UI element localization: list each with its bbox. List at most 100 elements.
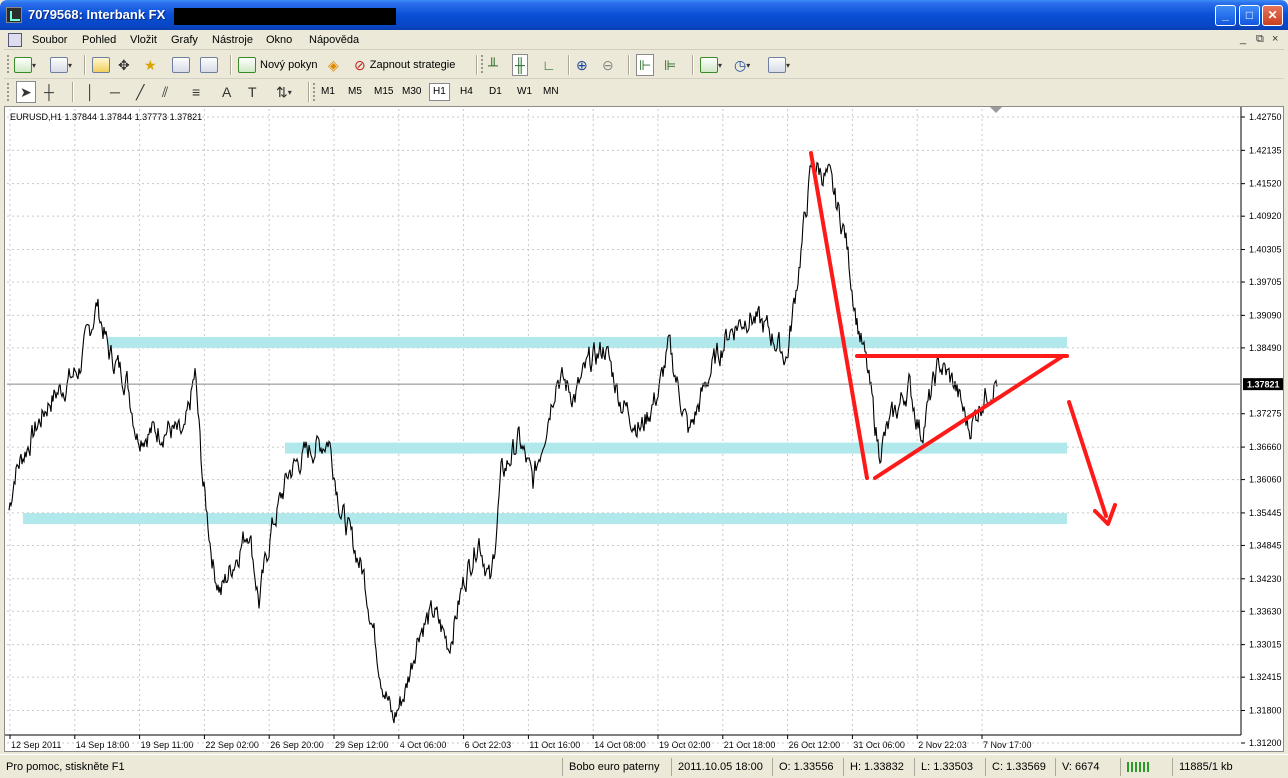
current-price-label: 1.37821	[1247, 380, 1280, 390]
cursor-button[interactable]: ➤	[16, 81, 36, 103]
cursor-icon: ➤	[20, 83, 32, 100]
time-tick-label: 26 Sep 20:00	[270, 740, 324, 750]
status-help: Pro pomoc, stiskněte F1	[6, 761, 125, 773]
candlestick-icon: ╫	[515, 57, 525, 73]
strategy-icon: ⊘	[354, 56, 366, 73]
toolbar-grip[interactable]	[7, 55, 10, 73]
close-button[interactable]: ✕	[1262, 5, 1283, 26]
timeframe-h4[interactable]: H4	[457, 83, 476, 101]
new-chart-button[interactable]: ▾	[14, 54, 36, 76]
menu-nastroje[interactable]: Nástroje	[212, 34, 253, 46]
timeframe-mn[interactable]: MN	[540, 83, 562, 101]
chart-window[interactable]: 12 Sep 2011 14 Sep 18:00 19 Sep 11:00 22 Se…	[4, 106, 1284, 752]
terminal-button[interactable]	[172, 54, 190, 76]
price-tick-label: 1.42135	[1249, 145, 1282, 155]
zoom-in-button[interactable]: ⊕	[576, 54, 588, 76]
new-order-button[interactable]: Nový pokyn	[238, 54, 317, 76]
price-tick-label: 1.35445	[1249, 508, 1282, 518]
text-button[interactable]: A	[222, 81, 231, 103]
mdi-restore-button[interactable]: ⧉	[1256, 33, 1264, 46]
price-tick-label: 1.42750	[1249, 112, 1282, 122]
navigator-button[interactable]: ★	[144, 54, 157, 76]
connection-status[interactable]	[1120, 758, 1172, 776]
symbol-ohlc-info: EURUSD,H1 1.37844 1.37844 1.37773 1.3782…	[10, 112, 203, 122]
price-series-line	[8, 154, 998, 724]
timeframe-m15[interactable]: M15	[371, 83, 396, 101]
market-watch-button[interactable]	[92, 54, 110, 76]
bar-chart-icon: ╨	[488, 57, 498, 73]
market-watch-icon	[92, 57, 110, 73]
trendline-button[interactable]: ╱	[136, 81, 144, 103]
status-profile[interactable]: Bobo euro paterny	[562, 758, 666, 776]
mdi-minimize-button[interactable]: _	[1240, 33, 1246, 45]
price-tick-label: 1.37275	[1249, 409, 1282, 419]
arrows-button[interactable]: ⇅ ▾	[276, 81, 292, 103]
maximize-button[interactable]: □	[1239, 5, 1260, 26]
menu-soubor[interactable]: Soubor	[32, 34, 67, 46]
price-tick-label: 1.38490	[1249, 343, 1282, 353]
line-chart-button[interactable]: ∟	[542, 54, 556, 76]
line-chart-icon: ∟	[542, 57, 556, 73]
crosshair-tool-button[interactable]: ┼	[44, 81, 54, 103]
support-resistance-zone	[108, 336, 1067, 348]
menu-vlozit[interactable]: Vložit	[130, 34, 157, 46]
timeframe-h1[interactable]: H1	[429, 83, 450, 101]
timeframe-m5[interactable]: M5	[345, 83, 365, 101]
chart-window-icon[interactable]	[8, 33, 22, 47]
price-tick-label: 1.32415	[1249, 672, 1282, 682]
navigator-icon	[172, 57, 190, 73]
price-tick-label: 1.34845	[1249, 540, 1282, 550]
vertical-line-button[interactable]: │	[86, 81, 95, 103]
minimize-button[interactable]: _	[1215, 5, 1236, 26]
support-resistance-zone	[23, 513, 1067, 525]
fibonacci-icon: ⫽	[162, 83, 169, 100]
menu-pohled[interactable]: Pohled	[82, 34, 116, 46]
time-tick-label: 6 Oct 22:03	[465, 740, 512, 750]
time-tick-label: 22 Sep 02:00	[205, 740, 259, 750]
expert-advisors-icon: ◈	[328, 56, 339, 73]
profiles-button[interactable]: ▾	[50, 54, 72, 76]
price-chart[interactable]: 12 Sep 2011 14 Sep 18:00 19 Sep 11:00 22 Se…	[5, 107, 1283, 751]
templates-button[interactable]: ▾	[768, 54, 790, 76]
line-studies-toolbar: ➤ ┼ │ ─ ╱ ⫽ ≡ A T ⇅ ▾ M1 M5 M15 M30 H1 H4…	[4, 80, 1284, 104]
timeframe-m1[interactable]: M1	[318, 83, 338, 101]
horizontal-line-button[interactable]: ─	[110, 81, 120, 103]
price-tick-label: 1.40920	[1249, 211, 1282, 221]
fibonacci-fan-icon: ≡	[192, 84, 201, 100]
timeframe-m30[interactable]: M30	[399, 83, 424, 101]
time-tick-label: 29 Sep 12:00	[335, 740, 389, 750]
chart-shift-button[interactable]: ⊫	[664, 54, 676, 76]
horizontal-line-icon: ─	[110, 84, 120, 100]
price-tick-label: 1.41520	[1249, 179, 1282, 189]
text-label-button[interactable]: T	[248, 81, 257, 103]
zoom-in-icon: ⊕	[576, 56, 588, 73]
zoom-out-button[interactable]: ⊖	[602, 54, 614, 76]
menu-grafy[interactable]: Grafy	[171, 34, 198, 46]
strategy-tester-button[interactable]	[200, 54, 218, 76]
app-icon[interactable]	[6, 7, 22, 23]
menu-okno[interactable]: Okno	[266, 34, 292, 46]
expert-advisors-toggle[interactable]: ⊘ Zapnout strategie	[354, 54, 455, 76]
autoscroll-button[interactable]: ⊩	[636, 54, 655, 76]
fibonacci-button[interactable]: ≡	[192, 81, 200, 103]
periods-button[interactable]: ◷ ▾	[734, 54, 750, 76]
status-close: C: 1.33569	[985, 758, 1052, 776]
data-window-button[interactable]: ✥	[118, 54, 130, 76]
time-tick-label: 19 Sep 11:00	[141, 740, 194, 750]
timeframe-d1[interactable]: D1	[486, 83, 505, 101]
breakout-arrow-shaft	[1067, 400, 1108, 518]
time-tick-label: 26 Oct 12:00	[789, 740, 841, 750]
title-bar[interactable]: 7079568: Interbank FX _ □ ✕	[0, 0, 1288, 30]
equidistant-channel-button[interactable]: ⫽	[162, 81, 168, 103]
timeframe-w1[interactable]: W1	[514, 83, 535, 101]
bar-chart-button[interactable]: ╨	[488, 54, 498, 76]
periods-icon: ◷	[734, 56, 747, 73]
indicators-button[interactable]: ▾	[700, 54, 722, 76]
window-title: 7079568: Interbank FX	[28, 7, 166, 22]
status-high: H: 1.33832	[843, 758, 910, 776]
menu-napoveda[interactable]: Nápověda	[309, 34, 359, 46]
metaeditor-button[interactable]: ◈	[328, 54, 339, 76]
mdi-close-button[interactable]: ×	[1272, 33, 1278, 45]
candlestick-button[interactable]: ╫	[512, 54, 528, 76]
new-chart-icon	[14, 57, 32, 73]
